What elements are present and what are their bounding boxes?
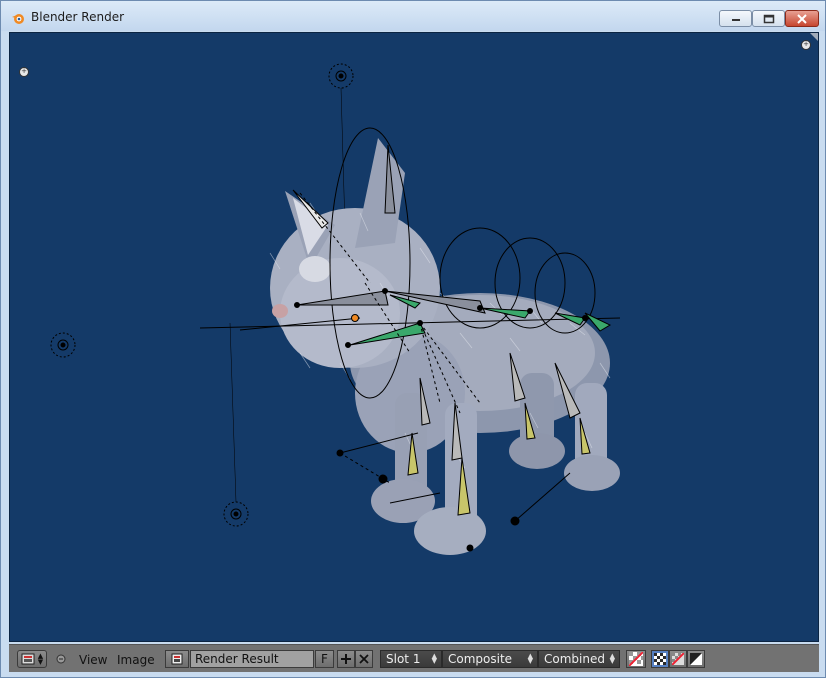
lamp-bottom	[223, 322, 249, 527]
pass-value: Combined	[544, 652, 605, 666]
image-menu[interactable]: Image	[117, 653, 155, 667]
draw-z-buffer-button[interactable]	[687, 650, 705, 668]
minus-circle-icon	[56, 654, 66, 664]
display-alpha-button[interactable]	[626, 650, 646, 668]
cat-model	[269, 138, 620, 555]
plus-icon	[341, 654, 351, 664]
chevron-updown-icon: ▲ ▼	[431, 652, 437, 665]
draw-alpha-only-button[interactable]	[669, 650, 687, 668]
add-region-icon[interactable]: +	[801, 40, 811, 50]
layer-dropdown[interactable]: Composite ▲ ▼	[442, 650, 538, 668]
add-region-icon[interactable]: +	[19, 67, 29, 77]
zbuffer-gradient-icon	[690, 653, 702, 665]
minimize-button[interactable]	[719, 10, 752, 27]
draw-image-alpha-button[interactable]	[651, 650, 669, 668]
slot-dropdown[interactable]: Slot 1 ▲ ▼	[380, 650, 442, 668]
checker-icon	[654, 653, 666, 665]
pass-dropdown[interactable]: Combined ▲ ▼	[538, 650, 620, 668]
collapse-menu-button[interactable]	[54, 650, 68, 668]
title-bar[interactable]: Blender Render	[1, 1, 825, 31]
fake-user-button[interactable]: F	[315, 650, 334, 668]
window-title: Blender Render	[31, 10, 125, 24]
view-menu[interactable]: View	[79, 653, 107, 667]
browse-image-button[interactable]	[165, 650, 189, 668]
chevron-updown-icon: ▲ ▼	[37, 652, 44, 666]
editor-type-button[interactable]: ▲ ▼	[17, 650, 47, 668]
checker-alpha-icon	[629, 652, 643, 666]
close-button[interactable]	[785, 10, 819, 27]
image-editor-icon	[21, 653, 35, 665]
image-name-field[interactable]: Render Result	[190, 650, 314, 668]
maximize-icon	[763, 14, 774, 23]
slot-value: Slot 1	[386, 652, 421, 666]
render-viewport[interactable]: + +	[9, 32, 819, 642]
new-image-button[interactable]	[337, 650, 355, 668]
lamp-left	[50, 332, 76, 358]
layer-value: Composite	[448, 652, 513, 666]
minimize-icon	[731, 18, 740, 21]
close-icon	[359, 654, 369, 664]
image-icon	[171, 653, 183, 665]
unlink-image-button[interactable]	[355, 650, 373, 668]
corner-grip-icon	[810, 33, 818, 41]
image-editor-header: ▲ ▼ View Image Render Result F Slot 1 ▲ ▼	[9, 644, 819, 672]
maximize-button[interactable]	[752, 10, 785, 27]
render-image	[50, 33, 818, 555]
blender-logo-icon	[12, 14, 24, 24]
chevron-updown-icon: ▲ ▼	[609, 652, 615, 665]
chevron-updown-icon: ▲ ▼	[527, 652, 533, 665]
close-icon	[797, 13, 807, 24]
checker-red-icon	[672, 653, 684, 665]
blender-render-window: Blender Render + + ▲ ▼ View Image Render…	[0, 0, 826, 678]
